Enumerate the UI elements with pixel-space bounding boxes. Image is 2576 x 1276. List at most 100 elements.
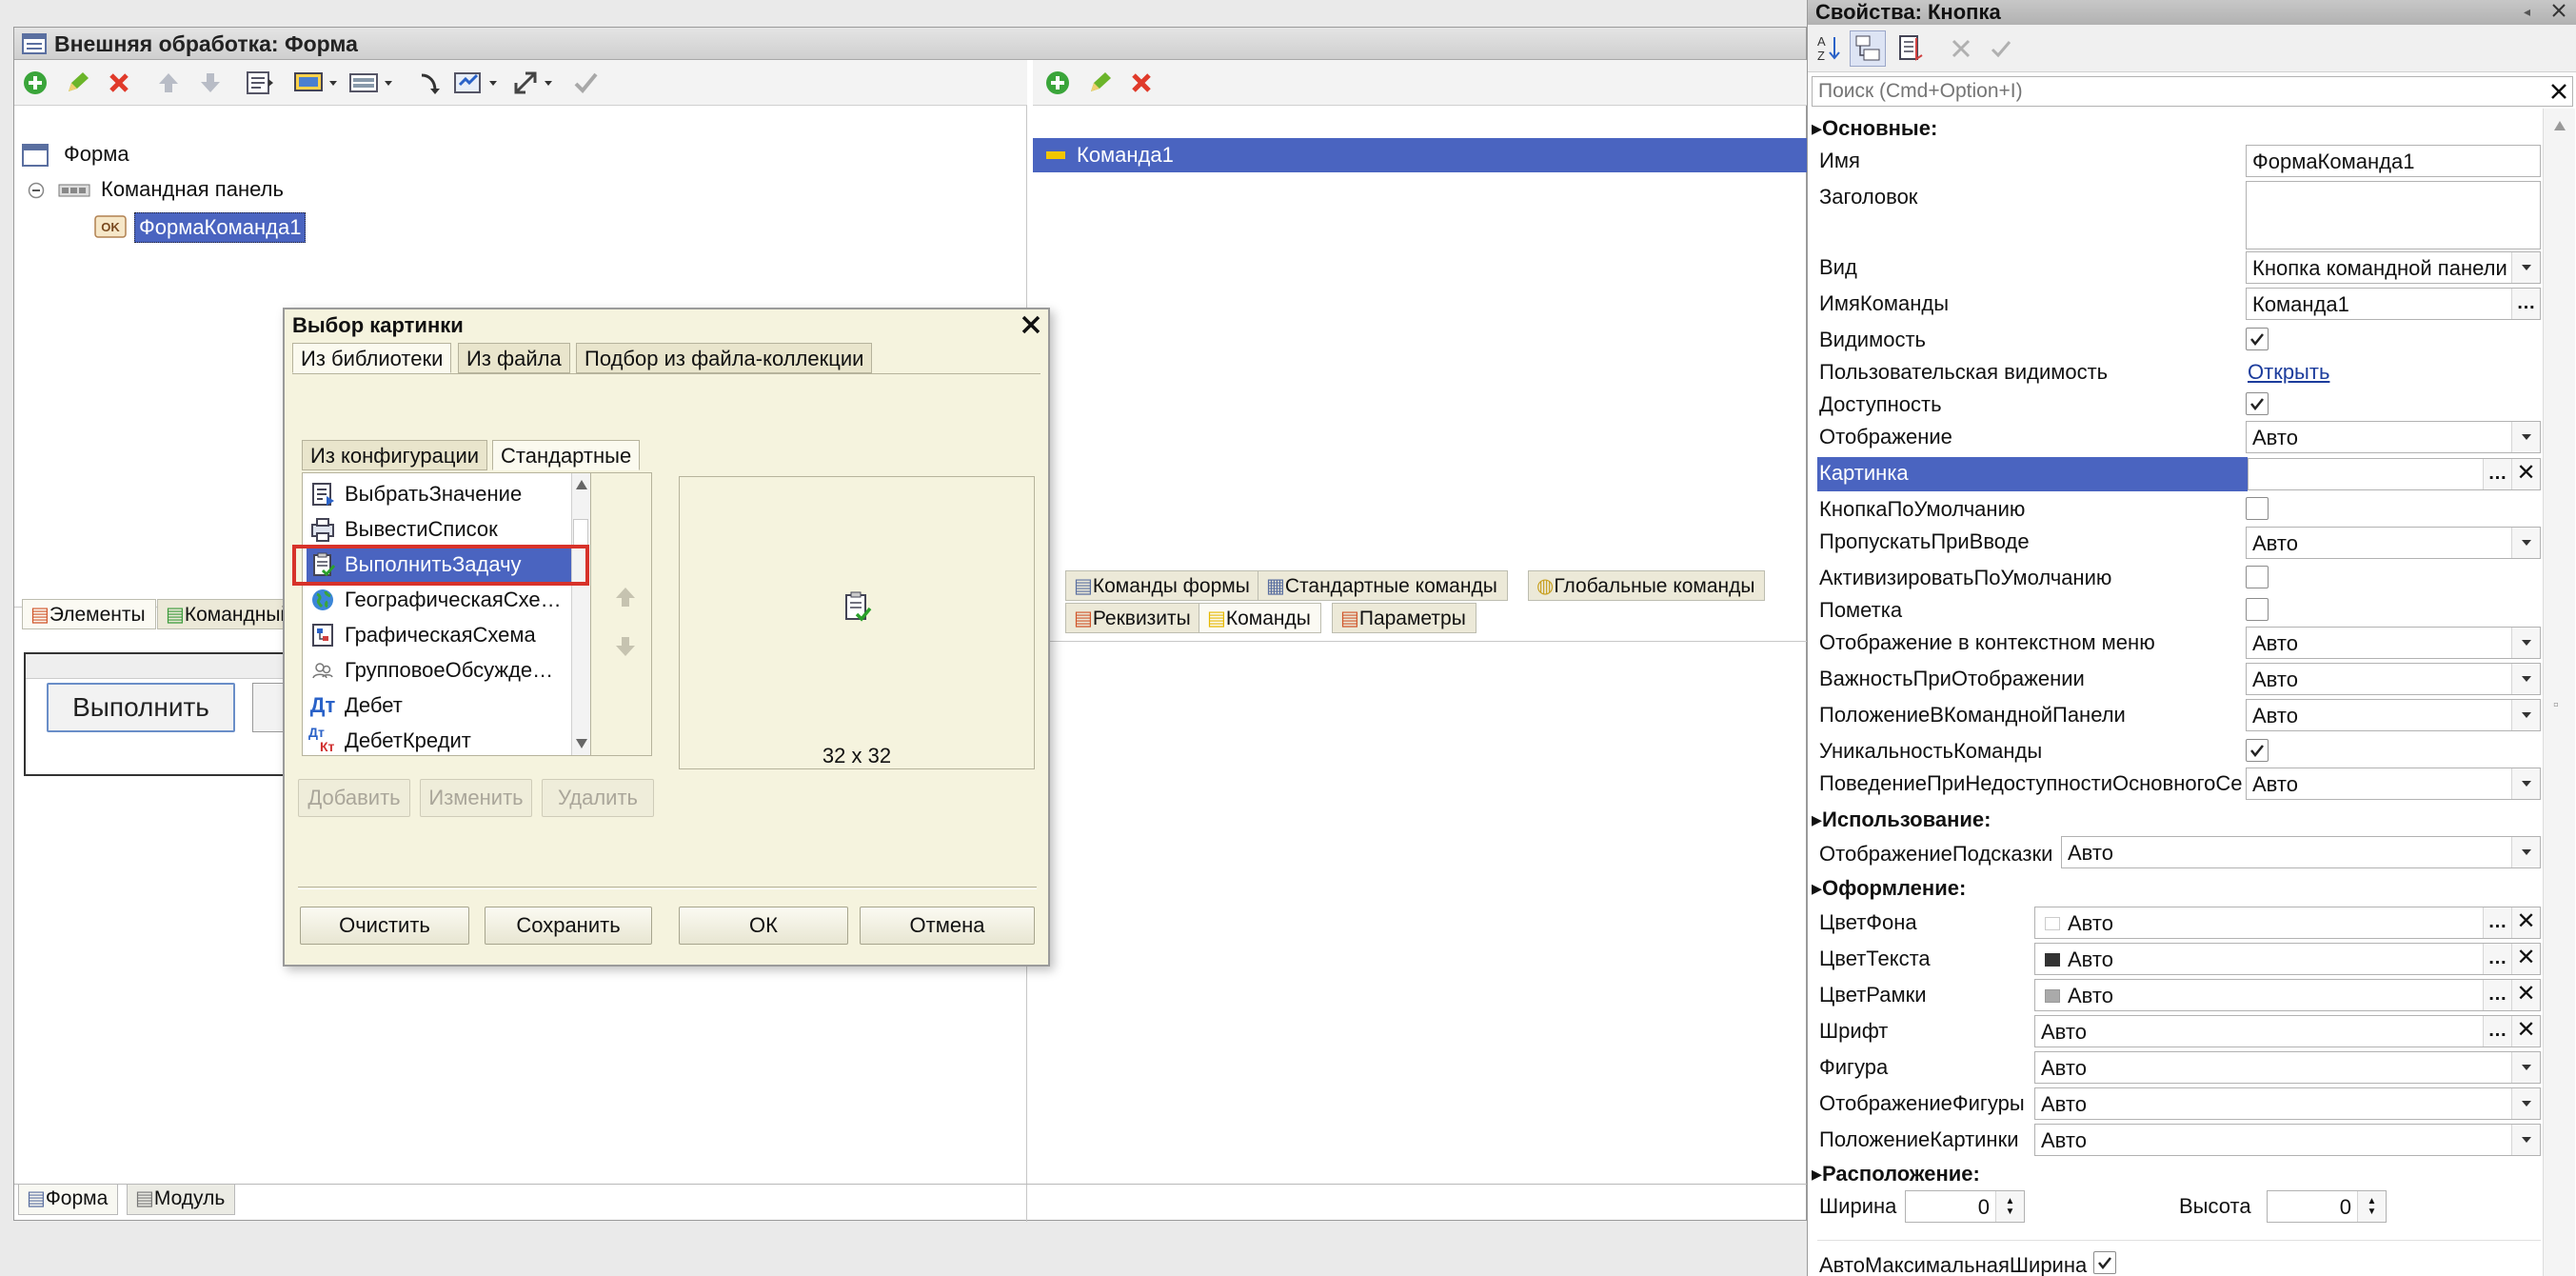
section-usage[interactable]: ▸Использование: bbox=[1812, 807, 1991, 832]
group-categories-icon[interactable] bbox=[1850, 30, 1886, 67]
cancel-edit-icon[interactable] bbox=[1949, 36, 1973, 61]
prop-border-color-field[interactable]: Авто … ✕ bbox=[2034, 979, 2541, 1011]
prop-visible-checkbox[interactable] bbox=[2246, 328, 2269, 350]
prop-shape-display-select[interactable]: Авто bbox=[2034, 1087, 2541, 1120]
tab-global-commands[interactable]: ◍Глобальные команды bbox=[1528, 570, 1766, 601]
tab-standard[interactable]: Стандартные bbox=[492, 440, 641, 470]
clear-icon[interactable]: ✕ bbox=[2511, 944, 2540, 974]
ellipsis-icon[interactable]: … bbox=[2483, 1016, 2511, 1047]
checkmark-icon[interactable] bbox=[568, 66, 603, 100]
chevron-down-icon[interactable] bbox=[2511, 628, 2540, 658]
delete-command-icon[interactable] bbox=[1124, 66, 1159, 100]
preview-execute-button[interactable]: Выполнить bbox=[47, 683, 235, 732]
apply-edit-icon[interactable] bbox=[1989, 36, 2013, 61]
scroll-up-icon[interactable] bbox=[2553, 120, 2566, 131]
display-mode-icon[interactable] bbox=[292, 66, 340, 100]
tree-node-form[interactable]: Форма bbox=[64, 142, 129, 167]
prop-uniqueness-checkbox[interactable] bbox=[2246, 739, 2269, 762]
save-button[interactable]: Сохранить bbox=[485, 907, 652, 945]
tab-from-file[interactable]: Из файла bbox=[458, 343, 570, 373]
tab-elements[interactable]: ▤Элементы bbox=[22, 599, 156, 629]
ellipsis-icon[interactable]: … bbox=[2483, 459, 2511, 489]
prop-kind-select[interactable]: Кнопка командной панели bbox=[2246, 251, 2541, 284]
prop-unavailable-select[interactable]: Авто bbox=[2246, 768, 2541, 800]
tab-from-collection-file[interactable]: Подбор из файла-коллекции bbox=[576, 343, 873, 373]
list-item[interactable]: Дт Кт ДебетКредит bbox=[307, 724, 575, 758]
section-appearance[interactable]: ▸Оформление: bbox=[1812, 876, 1966, 901]
prop-activate-default-checkbox[interactable] bbox=[2246, 566, 2269, 588]
ellipsis-icon[interactable]: … bbox=[2483, 980, 2511, 1010]
scroll-thumb[interactable] bbox=[573, 519, 588, 546]
show-selected-icon[interactable] bbox=[1895, 32, 1928, 65]
prop-user-visibility-link[interactable]: Открыть bbox=[2248, 360, 2329, 385]
expand-icon[interactable] bbox=[511, 66, 559, 100]
search-input[interactable] bbox=[1818, 79, 2532, 104]
prop-font-field[interactable]: Авто … ✕ bbox=[2034, 1015, 2541, 1047]
chevron-down-icon[interactable] bbox=[2511, 700, 2540, 730]
edit-button[interactable]: Изменить bbox=[420, 779, 532, 817]
close-icon[interactable] bbox=[1020, 313, 1042, 336]
list-item[interactable]: ГрафическаяСхема bbox=[307, 618, 575, 652]
check-form-icon[interactable] bbox=[452, 66, 500, 100]
prop-mark-checkbox[interactable] bbox=[2246, 598, 2269, 621]
tab-attributes[interactable]: ▤Реквизиты bbox=[1065, 603, 1201, 633]
tree-node-command-bar[interactable]: Командная панель bbox=[101, 177, 284, 202]
chevron-down-icon[interactable] bbox=[2511, 768, 2540, 799]
scroll-up-icon[interactable] bbox=[575, 479, 588, 490]
edit-command-icon[interactable] bbox=[1082, 66, 1117, 100]
prop-tooltip-select[interactable]: Авто bbox=[2061, 836, 2541, 868]
list-item[interactable]: ВыбратьЗначение bbox=[307, 477, 575, 511]
prop-auto-max-width-checkbox[interactable] bbox=[2093, 1251, 2116, 1274]
add-icon[interactable] bbox=[18, 66, 52, 100]
collapse-icon[interactable] bbox=[28, 182, 45, 199]
clear-icon[interactable]: ✕ bbox=[2511, 980, 2540, 1010]
layout-icon[interactable] bbox=[347, 66, 395, 100]
move-down-icon[interactable] bbox=[193, 66, 228, 100]
list-scrollbar[interactable] bbox=[571, 473, 590, 755]
list-item[interactable]: ГрупповоеОбсужде… bbox=[307, 653, 575, 688]
chevron-down-icon[interactable] bbox=[2511, 1125, 2540, 1155]
close-properties-icon[interactable] bbox=[2550, 2, 2567, 19]
section-position[interactable]: ▸Расположение: bbox=[1812, 1162, 1980, 1186]
prop-picture-location-select[interactable]: Авто bbox=[2034, 1124, 2541, 1156]
tab-from-configuration[interactable]: Из конфигурации bbox=[302, 440, 488, 470]
add-command-icon[interactable] bbox=[1040, 66, 1075, 100]
properties-scrollbar[interactable]: ▫ bbox=[2543, 109, 2575, 1276]
scroll-thumb[interactable]: ▫ bbox=[2553, 697, 2559, 714]
chevron-down-icon[interactable] bbox=[2511, 1052, 2540, 1083]
prop-default-button-checkbox[interactable] bbox=[2246, 497, 2269, 520]
move-up-icon[interactable] bbox=[151, 66, 186, 100]
prop-enabled-checkbox[interactable] bbox=[2246, 392, 2269, 415]
chevron-down-icon[interactable] bbox=[2511, 528, 2540, 558]
command-icon[interactable] bbox=[412, 66, 446, 100]
tab-commands[interactable]: ▤Команды bbox=[1199, 603, 1321, 633]
chevron-down-icon[interactable] bbox=[2511, 252, 2540, 283]
ellipsis-icon[interactable]: … bbox=[2483, 907, 2511, 938]
prop-context-menu-select[interactable]: Авто bbox=[2246, 627, 2541, 659]
prop-back-color-field[interactable]: Авто … ✕ bbox=[2034, 907, 2541, 939]
prop-text-color-field[interactable]: Авто … ✕ bbox=[2034, 943, 2541, 975]
tab-standard-commands[interactable]: ▦Стандартные команды bbox=[1258, 570, 1508, 601]
prop-bar-location-select[interactable]: Авто bbox=[2246, 699, 2541, 731]
list-item[interactable]: ГеографическаяСхе… bbox=[307, 583, 575, 617]
prop-command-name-field[interactable]: Команда1… bbox=[2246, 288, 2541, 320]
stepper-icon[interactable]: ▲ ▼ bbox=[1995, 1191, 2024, 1222]
chevron-down-icon[interactable] bbox=[2511, 837, 2540, 867]
prop-width-field[interactable]: 0 ▲ ▼ bbox=[1905, 1190, 2025, 1223]
properties-icon[interactable] bbox=[243, 66, 277, 100]
clear-icon[interactable]: ✕ bbox=[2511, 459, 2540, 489]
ok-button[interactable]: ОК bbox=[679, 907, 848, 945]
pin-icon[interactable]: ◂ bbox=[2524, 4, 2530, 20]
prop-shape-select[interactable]: Авто bbox=[2034, 1051, 2541, 1084]
list-item[interactable]: Дт Дебет bbox=[307, 688, 575, 723]
scroll-down-icon[interactable] bbox=[575, 738, 588, 749]
edit-icon[interactable] bbox=[60, 66, 94, 100]
tab-module[interactable]: ▤Модуль bbox=[127, 1185, 236, 1215]
tab-form[interactable]: ▤Форма bbox=[18, 1185, 119, 1215]
delete-button[interactable]: Удалить bbox=[542, 779, 654, 817]
sort-alpha-icon[interactable]: AZ bbox=[1815, 33, 1844, 64]
clear-icon[interactable]: ✕ bbox=[2511, 907, 2540, 938]
section-main[interactable]: ▸Основные: bbox=[1812, 116, 1937, 141]
properties-search[interactable] bbox=[1812, 76, 2573, 107]
prop-skip-on-input-select[interactable]: Авто bbox=[2246, 527, 2541, 559]
